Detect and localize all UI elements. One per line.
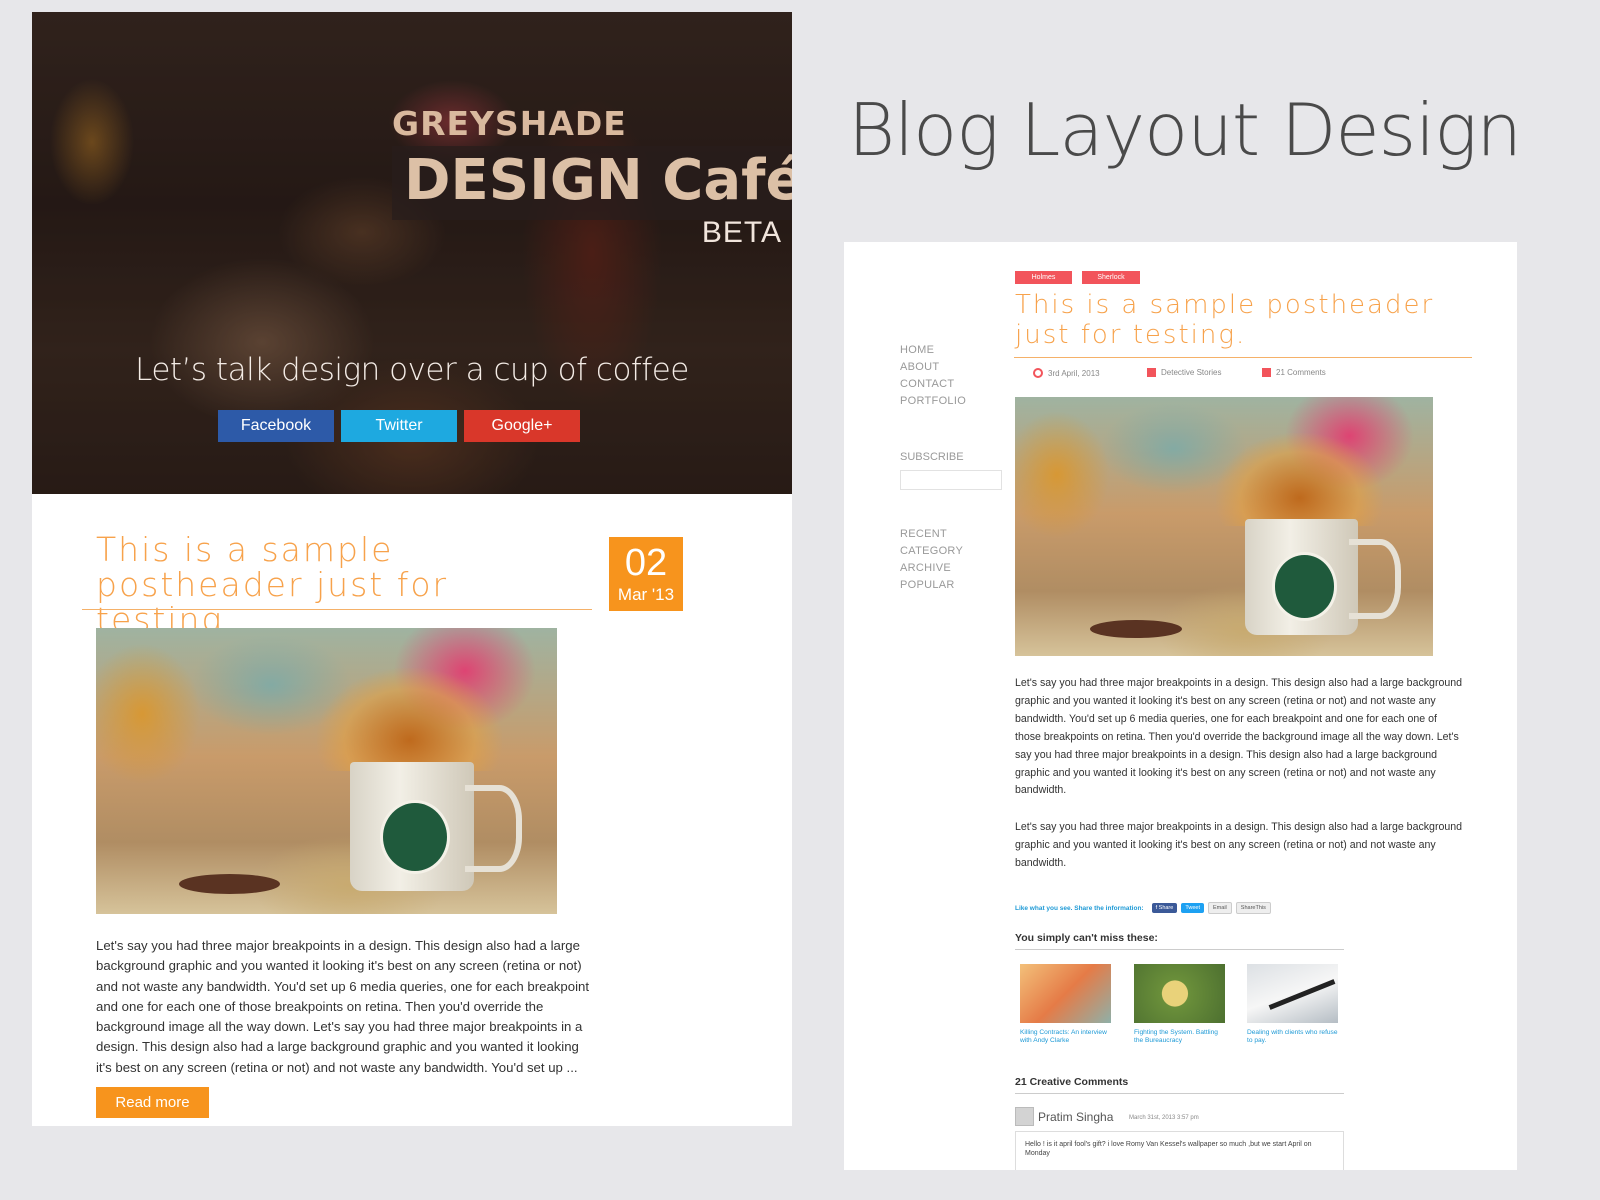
post-date-badge: 02 Mar '13 bbox=[609, 537, 683, 611]
tag-sherlock[interactable]: Sherlock bbox=[1082, 271, 1140, 284]
comment-text: Hello ! is it april fool's gift? i love … bbox=[1025, 1141, 1312, 1157]
post-comment-count[interactable]: 21 Comments bbox=[1276, 368, 1326, 377]
subscribe-input[interactable] bbox=[900, 470, 1002, 490]
comment-author[interactable]: Pratim Singha bbox=[1038, 1110, 1113, 1124]
share-label: Like what you see. Share the information… bbox=[1015, 904, 1144, 912]
read-more-button[interactable]: Read more bbox=[96, 1087, 209, 1118]
pen-illustration bbox=[1268, 979, 1336, 1010]
related-caption-3[interactable]: Dealing with clients who refuse to pay. bbox=[1247, 1029, 1339, 1046]
beta-badge: BETA bbox=[701, 216, 782, 249]
link-recent[interactable]: RECENT bbox=[900, 526, 963, 543]
cup-logo bbox=[1272, 552, 1337, 621]
cup-handle bbox=[464, 785, 522, 872]
facebook-share-button[interactable]: f Share bbox=[1151, 903, 1178, 913]
post-title-divider bbox=[1014, 357, 1472, 358]
post-paragraph-2: Let's say you had three major breakpoint… bbox=[1015, 821, 1463, 869]
post-category-meta[interactable]: Detective Stories bbox=[1147, 368, 1221, 377]
related-caption-1[interactable]: Killing Contracts: An interview with And… bbox=[1020, 1029, 1112, 1046]
related-thumb-1[interactable] bbox=[1020, 964, 1111, 1023]
post-excerpt: Let's say you had three major breakpoint… bbox=[96, 938, 589, 1075]
nav-about[interactable]: ABOUT bbox=[900, 359, 966, 376]
page-heading: Blog Layout Design bbox=[848, 88, 1522, 172]
post-date-day: 02 bbox=[624, 542, 668, 584]
sharethis-button[interactable]: ShareThis bbox=[1235, 902, 1271, 914]
sidebar-links: RECENT CATEGORY ARCHIVE POPULAR bbox=[900, 526, 963, 594]
nav-home[interactable]: HOME bbox=[900, 342, 966, 359]
post-date: 3rd April, 2013 bbox=[1048, 368, 1100, 378]
tweet-button[interactable]: Tweet bbox=[1181, 903, 1205, 913]
post-image bbox=[1015, 397, 1433, 656]
comments-divider bbox=[1015, 1093, 1344, 1094]
post-title-divider bbox=[82, 609, 592, 610]
brand-pre-title: GREYSHADE bbox=[392, 104, 627, 143]
post-category[interactable]: Detective Stories bbox=[1161, 368, 1221, 377]
hero-banner: GREYSHADE DESIGN Café BETA Let’s talk de… bbox=[32, 12, 792, 494]
comment-icon bbox=[1262, 368, 1271, 377]
avatar bbox=[1015, 1107, 1034, 1126]
post-title[interactable]: This is a sample postheader just for tes… bbox=[96, 532, 596, 637]
link-category[interactable]: CATEGORY bbox=[900, 543, 963, 560]
cup-handle bbox=[1349, 539, 1402, 619]
link-popular[interactable]: POPULAR bbox=[900, 577, 963, 594]
related-thumb-2[interactable] bbox=[1134, 964, 1225, 1023]
related-posts-title: You simply can't miss these: bbox=[1015, 932, 1158, 944]
comment-date: March 31st, 2013 3:57 pm bbox=[1129, 1115, 1199, 1121]
sidebar-nav: HOME ABOUT CONTACT PORTFOLIO bbox=[900, 342, 966, 410]
post-date-meta: 3rd April, 2013 bbox=[1033, 368, 1100, 378]
blog-post-mock: Holmes Sherlock This is a sample posthea… bbox=[844, 242, 1517, 1170]
email-share-button[interactable]: Email bbox=[1208, 902, 1232, 914]
subscribe-label: SUBSCRIBE bbox=[900, 451, 964, 463]
comments-title: 21 Creative Comments bbox=[1015, 1076, 1129, 1088]
post-image[interactable] bbox=[96, 628, 557, 914]
post-comments-meta[interactable]: 21 Comments bbox=[1262, 368, 1326, 377]
coffee-splash bbox=[317, 668, 502, 771]
tag-holmes[interactable]: Holmes bbox=[1015, 271, 1072, 284]
blog-home-mock: GREYSHADE DESIGN Café BETA Let’s talk de… bbox=[32, 12, 792, 1126]
folder-icon bbox=[1147, 368, 1156, 377]
post-date-month: Mar '13 bbox=[617, 585, 675, 604]
related-caption-2[interactable]: Fighting the System. Battling the Bureau… bbox=[1134, 1029, 1226, 1046]
cookie bbox=[1090, 619, 1183, 638]
post-paragraph-1: Let's say you had three major breakpoint… bbox=[1015, 677, 1463, 797]
related-posts-divider bbox=[1015, 949, 1344, 950]
share-bar: Like what you see. Share the information… bbox=[1015, 902, 1271, 914]
cookie bbox=[178, 873, 281, 894]
twitter-button[interactable]: Twitter bbox=[341, 410, 457, 442]
nav-portfolio[interactable]: PORTFOLIO bbox=[900, 393, 966, 410]
post-title: This is a sample postheader just for tes… bbox=[1015, 290, 1435, 350]
cup-logo bbox=[379, 799, 451, 875]
clock-icon bbox=[1033, 368, 1043, 378]
link-archive[interactable]: ARCHIVE bbox=[900, 560, 963, 577]
facebook-button[interactable]: Facebook bbox=[218, 410, 334, 442]
brand-title: DESIGN Café bbox=[404, 148, 792, 213]
google-plus-button[interactable]: Google+ bbox=[464, 410, 580, 442]
nav-contact[interactable]: CONTACT bbox=[900, 376, 966, 393]
coffee-splash bbox=[1215, 433, 1383, 527]
related-thumb-3[interactable] bbox=[1247, 964, 1338, 1023]
hero-tagline: Let’s talk design over a cup of coffee bbox=[135, 352, 689, 388]
